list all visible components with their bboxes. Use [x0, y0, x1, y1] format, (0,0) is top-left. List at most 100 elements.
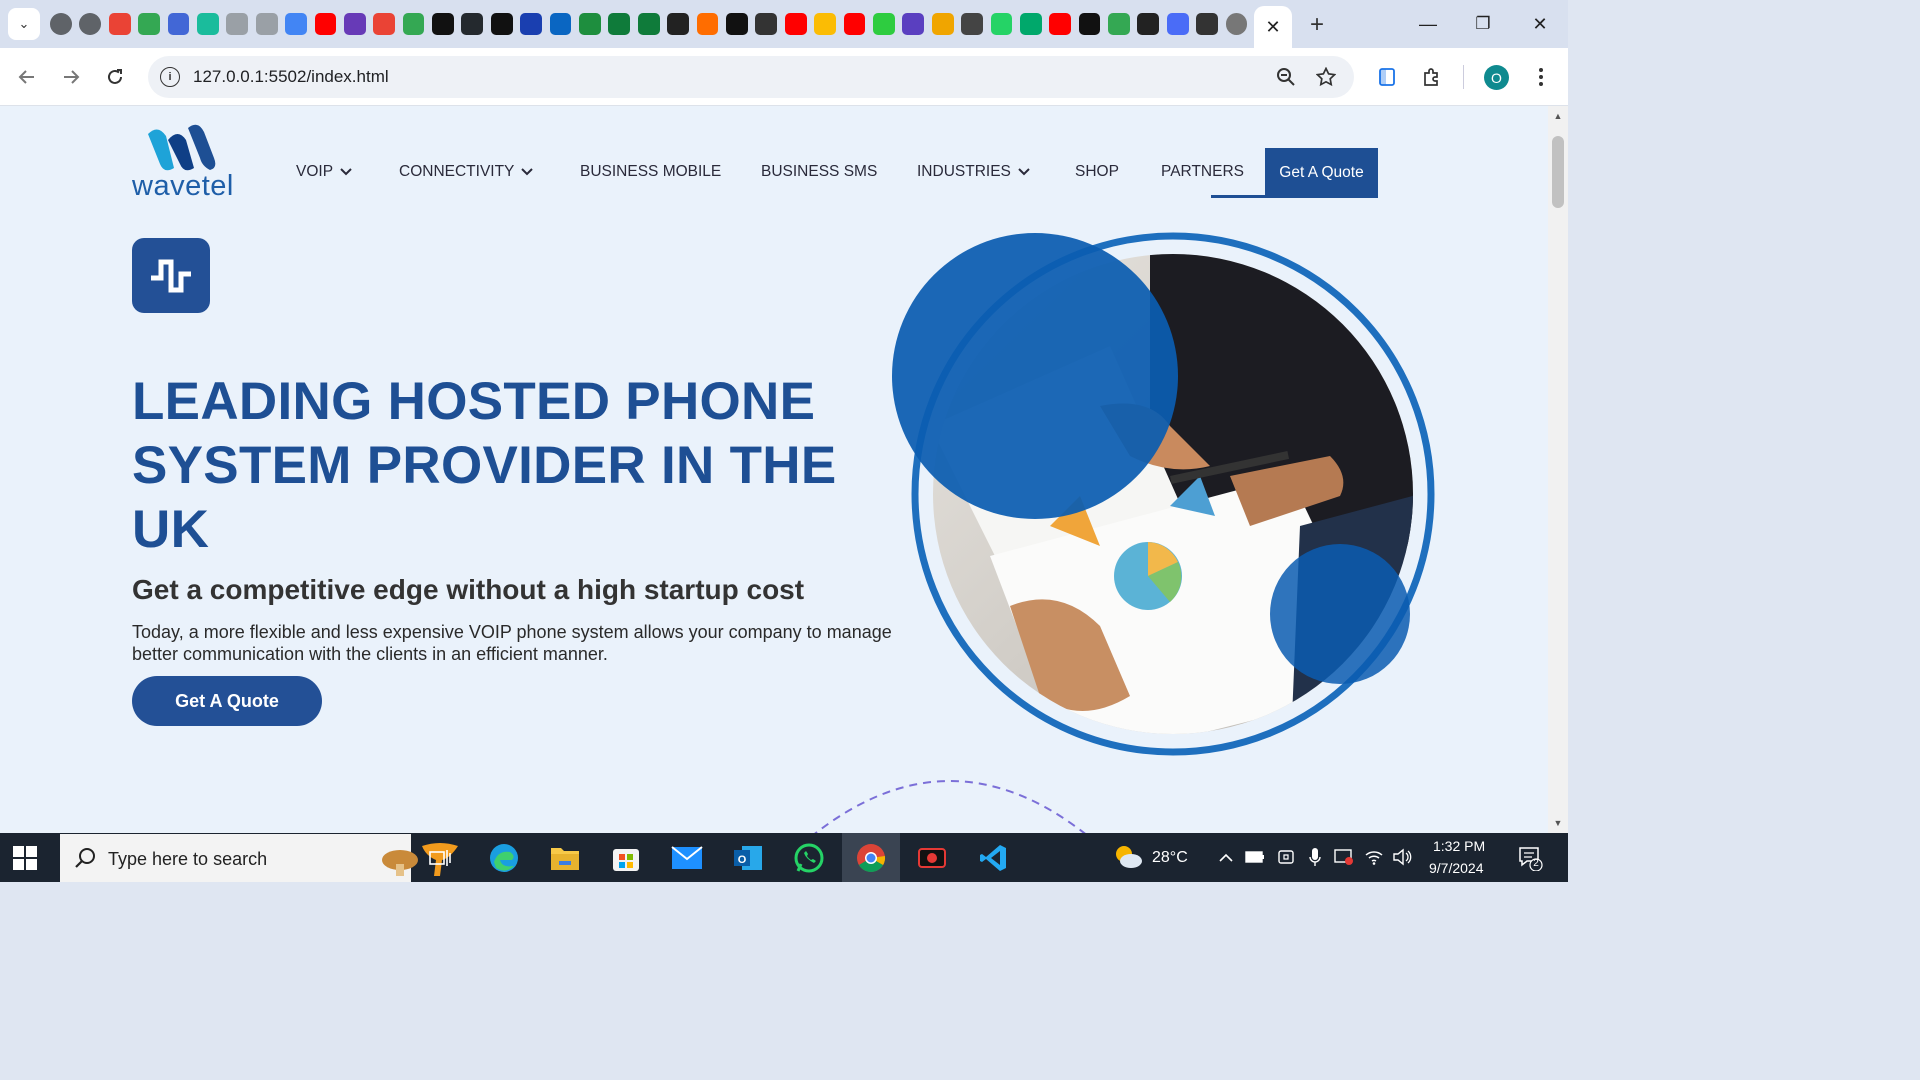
- pinned-tab-favicon[interactable]: [285, 13, 307, 35]
- restore-button[interactable]: ❐: [1465, 8, 1501, 40]
- pinned-tab-favicon[interactable]: [520, 13, 543, 35]
- outlook-icon[interactable]: O: [730, 840, 766, 876]
- vscode-icon[interactable]: [975, 840, 1011, 876]
- pinned-tab-favicon[interactable]: [432, 13, 454, 35]
- profile-avatar[interactable]: O: [1484, 65, 1509, 90]
- pinned-tab-favicon[interactable]: [343, 13, 366, 35]
- pinned-tab-favicon[interactable]: [1049, 13, 1072, 35]
- back-button[interactable]: [12, 62, 42, 92]
- pinned-tab-favicon[interactable]: [755, 13, 778, 35]
- microsoft-store-icon[interactable]: [608, 840, 644, 876]
- pinned-tab-favicon[interactable]: [314, 13, 337, 35]
- pinned-tab-favicon[interactable]: [79, 13, 102, 35]
- forward-button[interactable]: [56, 62, 86, 92]
- pinned-tab-favicon[interactable]: [608, 13, 631, 35]
- new-tab-button[interactable]: +: [1302, 10, 1332, 40]
- volume-icon[interactable]: [1392, 847, 1412, 867]
- active-tab[interactable]: ✕: [1254, 6, 1292, 48]
- pinned-tab-favicon[interactable]: [1019, 13, 1042, 35]
- chevron-down-icon: [521, 168, 534, 176]
- pinned-tab-favicon[interactable]: [961, 13, 983, 35]
- pinned-tab-favicon[interactable]: [1225, 13, 1248, 35]
- extensions-puzzle-icon[interactable]: [1418, 63, 1446, 91]
- pinned-tab-favicon[interactable]: [931, 13, 954, 35]
- nav-industries[interactable]: INDUSTRIES: [917, 163, 1031, 181]
- nav-partners[interactable]: PARTNERS: [1161, 163, 1244, 181]
- pinned-tab-favicon[interactable]: [490, 13, 513, 35]
- pinned-tab-favicon[interactable]: [461, 13, 484, 35]
- page-scrollbar[interactable]: ▲ ▼: [1548, 106, 1568, 833]
- notification-center-icon[interactable]: 2: [1517, 845, 1543, 872]
- nav-get-a-quote-button[interactable]: Get A Quote: [1265, 148, 1378, 198]
- file-explorer-icon[interactable]: [547, 840, 583, 876]
- close-tab-icon[interactable]: ✕: [1265, 17, 1280, 38]
- pinned-tab-favicon[interactable]: [1137, 13, 1160, 35]
- address-bar[interactable]: i 127.0.0.1:5502/index.html: [148, 56, 1354, 98]
- pinned-tab-favicon[interactable]: [696, 13, 719, 35]
- pinned-tab-favicon[interactable]: [167, 13, 190, 35]
- task-view-icon[interactable]: [422, 840, 458, 876]
- weather-partly-cloudy-icon[interactable]: [1112, 842, 1144, 872]
- whatsapp-icon[interactable]: [791, 840, 827, 876]
- battery-icon[interactable]: [1245, 847, 1265, 867]
- edge-icon[interactable]: [486, 840, 522, 876]
- mail-icon[interactable]: [669, 840, 705, 876]
- nav-shop[interactable]: SHOP: [1075, 163, 1119, 181]
- close-window-button[interactable]: ✕: [1522, 8, 1558, 40]
- zoom-icon[interactable]: [1274, 65, 1298, 89]
- nav-voip-label: VOIP: [296, 163, 334, 180]
- pinned-tab-favicon[interactable]: [50, 13, 72, 35]
- hero-get-a-quote-button[interactable]: Get A Quote: [132, 676, 322, 726]
- pinned-tab-favicon[interactable]: [637, 13, 660, 35]
- nav-voip[interactable]: VOIP: [296, 163, 353, 181]
- chrome-icon[interactable]: [853, 840, 889, 876]
- scroll-up-icon[interactable]: ▲: [1552, 110, 1564, 122]
- reload-button[interactable]: [100, 62, 130, 92]
- pinned-tab-favicon[interactable]: [872, 13, 895, 35]
- kebab-menu-icon[interactable]: [1527, 63, 1555, 91]
- nav-business-sms[interactable]: BUSINESS SMS: [761, 163, 877, 181]
- clock-date[interactable]: 9/7/2024: [1429, 860, 1484, 876]
- scroll-down-icon[interactable]: ▼: [1552, 817, 1564, 829]
- pinned-tab-favicon[interactable]: [784, 13, 807, 35]
- microphone-icon[interactable]: [1305, 847, 1325, 867]
- screen-recorder-icon[interactable]: [914, 840, 950, 876]
- pinned-tab-favicon[interactable]: [579, 13, 601, 35]
- pinned-tab-favicon[interactable]: [255, 13, 278, 35]
- pinned-tab-favicon[interactable]: [667, 13, 689, 35]
- weather-temperature[interactable]: 28°C: [1152, 849, 1188, 867]
- tab-search-button[interactable]: ⌄: [8, 8, 40, 40]
- site-info-icon[interactable]: i: [160, 67, 180, 87]
- pinned-tab-favicon[interactable]: [902, 13, 925, 35]
- minimize-button[interactable]: —: [1410, 8, 1446, 40]
- nav-connectivity[interactable]: CONNECTIVITY: [399, 163, 534, 181]
- pinned-tab-favicon[interactable]: [1196, 13, 1219, 35]
- windows-start-icon[interactable]: [12, 845, 38, 871]
- pinned-tab-favicon[interactable]: [138, 13, 160, 35]
- nav-business-mobile[interactable]: BUSINESS MOBILE: [580, 163, 721, 181]
- pinned-tab-favicon[interactable]: [1078, 13, 1101, 35]
- pinned-tab-favicon[interactable]: [196, 13, 219, 35]
- meet-now-icon[interactable]: [1276, 847, 1296, 867]
- pinned-tab-favicon[interactable]: [108, 13, 131, 35]
- pinned-tab-favicon[interactable]: [843, 13, 866, 35]
- taskbar-search-box[interactable]: Type here to search: [60, 834, 458, 882]
- screen-capture-icon[interactable]: [1334, 847, 1354, 867]
- pinned-tab-favicon[interactable]: [549, 13, 572, 35]
- wavetel-logo[interactable]: wavetel: [132, 122, 233, 202]
- pinned-tab-favicon[interactable]: [226, 13, 249, 35]
- pinned-tab-favicon[interactable]: [1166, 13, 1189, 35]
- pinned-tab-favicon[interactable]: [373, 13, 396, 35]
- bookmark-star-icon[interactable]: [1314, 65, 1338, 89]
- side-panel-icon[interactable]: [1373, 63, 1401, 91]
- pinned-tab-favicon[interactable]: [990, 13, 1013, 35]
- show-hidden-icons-icon[interactable]: [1216, 847, 1236, 867]
- wifi-icon[interactable]: [1364, 847, 1384, 867]
- clock-time[interactable]: 1:32 PM: [1433, 838, 1485, 854]
- url-text[interactable]: 127.0.0.1:5502/index.html: [193, 67, 389, 87]
- pinned-tab-favicon[interactable]: [814, 13, 836, 35]
- pinned-tab-favicon[interactable]: [1108, 13, 1130, 35]
- pinned-tab-favicon[interactable]: [725, 13, 748, 35]
- pinned-tab-favicon[interactable]: [402, 13, 425, 35]
- scroll-thumb[interactable]: [1552, 136, 1564, 208]
